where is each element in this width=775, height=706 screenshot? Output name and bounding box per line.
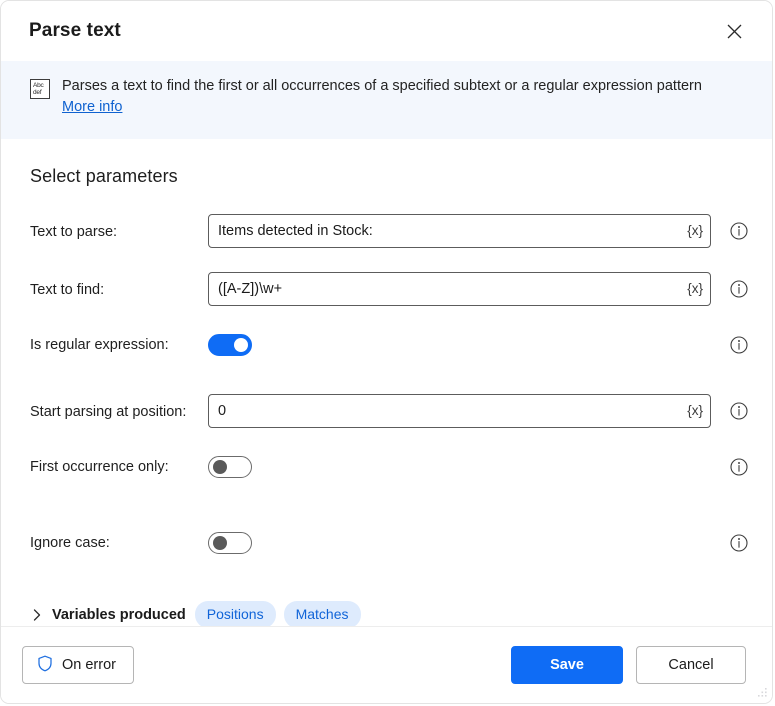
dialog-content: Select parameters Text to parse: Items d… (1, 139, 772, 626)
variable-chip-positions[interactable]: Positions (195, 601, 276, 626)
variables-produced-label: Variables produced (52, 607, 186, 623)
field-row-is-regular-expression: Is regular expression: (30, 334, 748, 372)
is-regular-expression-toggle[interactable] (208, 334, 252, 356)
variable-picker-icon[interactable]: {x} (684, 402, 706, 420)
control-first-occurrence-only (208, 456, 748, 478)
more-info-link[interactable]: More info (62, 99, 122, 115)
text-to-find-value: ([A-Z])\w+ (218, 281, 282, 297)
cancel-button[interactable]: Cancel (636, 646, 746, 684)
section-title: Select parameters (30, 166, 748, 187)
control-start-parsing-at-position: 0 {x} (208, 394, 748, 428)
start-parsing-at-position-input[interactable]: 0 {x} (208, 394, 711, 428)
parse-text-dialog: Parse text Abc def Parses a text to find… (0, 0, 773, 704)
label-start-parsing-at-position: Start parsing at position: (30, 394, 208, 421)
resize-grip[interactable] (755, 687, 768, 700)
variable-picker-icon[interactable]: {x} (684, 280, 706, 298)
info-icon[interactable] (730, 534, 748, 552)
on-error-label: On error (62, 657, 116, 673)
field-row-text-to-find: Text to find: ([A-Z])\w+ {x} (30, 272, 748, 310)
control-text-to-parse: Items detected in Stock: {x} (208, 214, 748, 248)
control-text-to-find: ([A-Z])\w+ {x} (208, 272, 748, 306)
banner-description: Parses a text to find the first or all o… (62, 77, 702, 96)
first-occurrence-only-toggle[interactable] (208, 456, 252, 478)
info-icon[interactable] (730, 222, 748, 240)
variable-chip-matches[interactable]: Matches (284, 601, 361, 626)
text-to-find-input[interactable]: ([A-Z])\w+ {x} (208, 272, 711, 306)
field-row-first-occurrence-only: First occurrence only: (30, 456, 748, 494)
text-to-parse-input[interactable]: Items detected in Stock: {x} (208, 214, 711, 248)
control-is-regular-expression (208, 334, 748, 356)
variable-picker-icon[interactable]: {x} (684, 222, 706, 240)
label-text-to-find: Text to find: (30, 272, 208, 299)
toggle-knob (234, 338, 248, 352)
abc-def-icon: Abc def (30, 79, 50, 99)
dialog-title: Parse text (29, 20, 714, 42)
info-icon[interactable] (730, 458, 748, 476)
start-parsing-at-position-value: 0 (218, 403, 226, 419)
dialog-footer: On error Save Cancel (1, 626, 772, 703)
banner-body: Parses a text to find the first or all o… (62, 77, 702, 116)
abc-def-icon-line1: Abc (33, 82, 44, 89)
label-text-to-parse: Text to parse: (30, 214, 208, 241)
on-error-button[interactable]: On error (22, 646, 134, 684)
field-row-ignore-case: Ignore case: (30, 532, 748, 570)
info-icon[interactable] (730, 402, 748, 420)
shield-icon (37, 655, 53, 676)
text-to-parse-value: Items detected in Stock: (218, 223, 373, 239)
toggle-knob (213, 536, 227, 550)
save-button[interactable]: Save (511, 646, 623, 684)
label-ignore-case: Ignore case: (30, 532, 208, 552)
close-icon (726, 23, 743, 40)
action-description-banner: Abc def Parses a text to find the first … (1, 61, 772, 139)
toggle-knob (213, 460, 227, 474)
chevron-right-icon[interactable] (30, 609, 44, 621)
field-row-start-parsing-at-position: Start parsing at position: 0 {x} (30, 394, 748, 432)
label-is-regular-expression: Is regular expression: (30, 334, 208, 354)
ignore-case-toggle[interactable] (208, 532, 252, 554)
info-icon[interactable] (730, 336, 748, 354)
field-row-text-to-parse: Text to parse: Items detected in Stock: … (30, 214, 748, 252)
variables-produced-row: Variables produced Positions Matches (30, 601, 748, 626)
close-button[interactable] (714, 14, 754, 48)
label-first-occurrence-only: First occurrence only: (30, 456, 208, 476)
abc-def-icon-line2: def (33, 89, 41, 96)
dialog-titlebar: Parse text (1, 1, 772, 61)
control-ignore-case (208, 532, 748, 554)
info-icon[interactable] (730, 280, 748, 298)
